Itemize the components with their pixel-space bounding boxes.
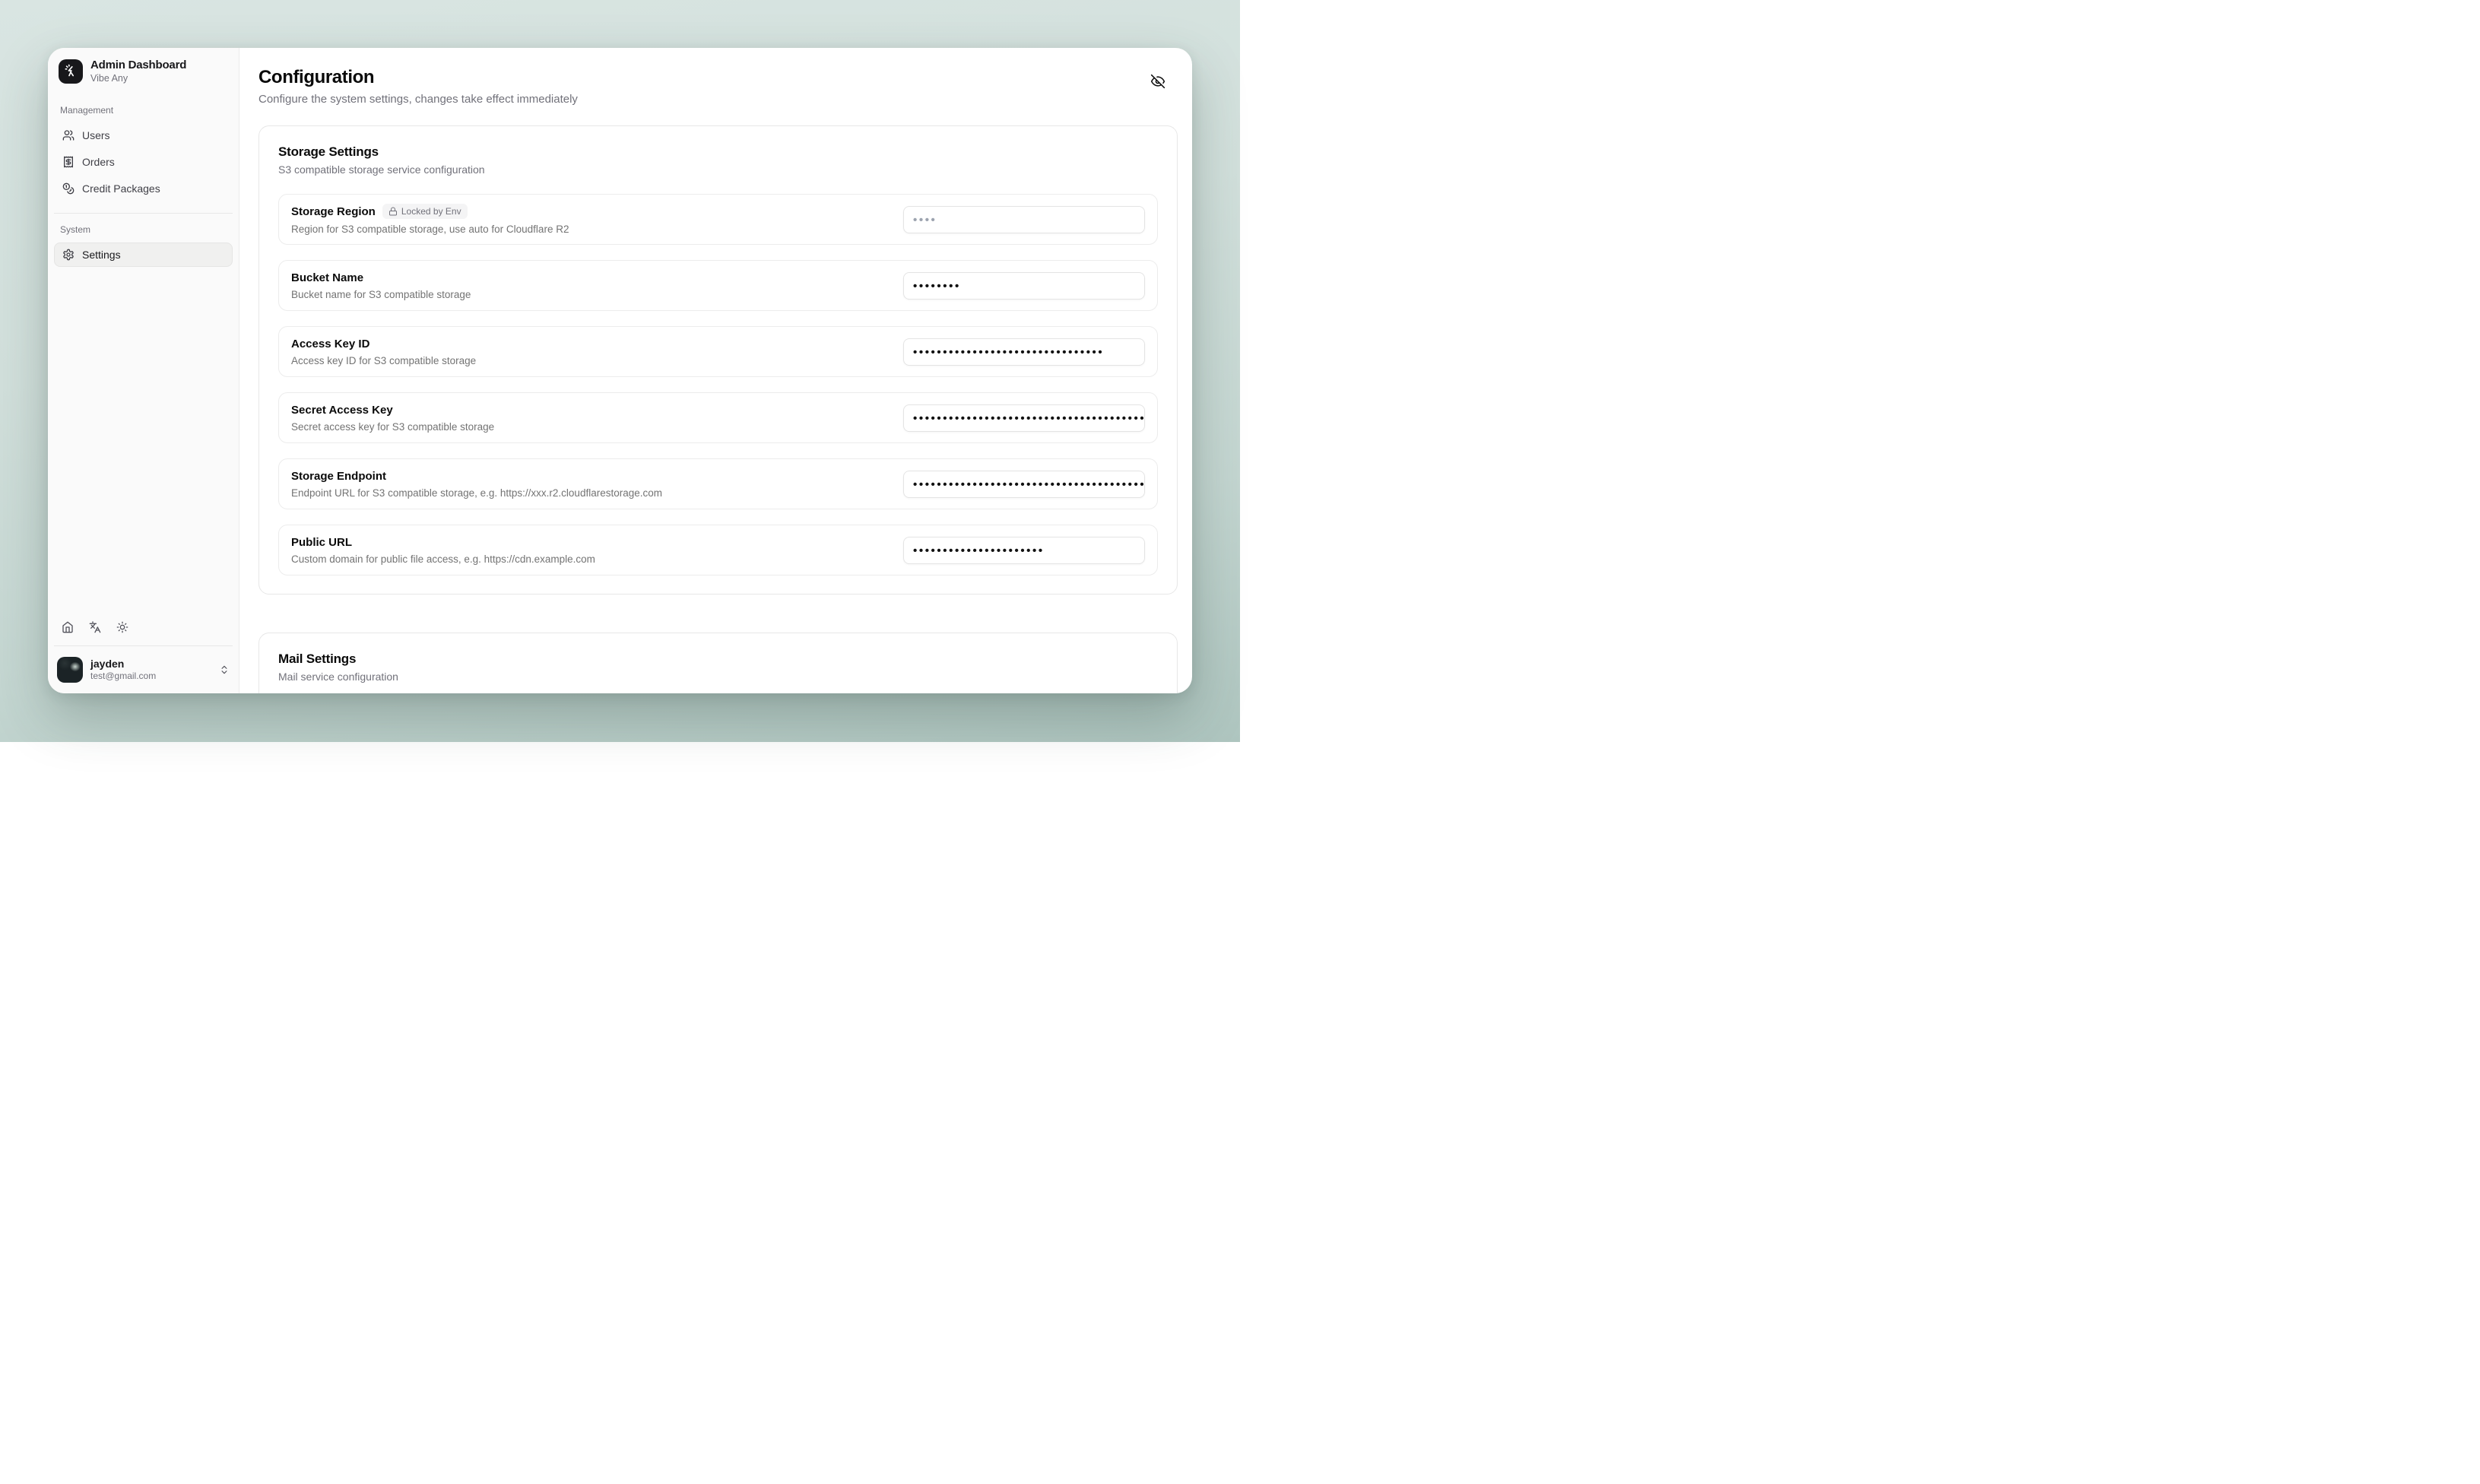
- user-menu[interactable]: jayden test@gmail.com: [54, 654, 233, 684]
- sidebar-item-users[interactable]: Users: [54, 123, 233, 147]
- badge-label: Locked by Env: [401, 206, 461, 217]
- mail-settings-card: Mail Settings Mail service configuration: [258, 633, 1178, 693]
- field-label: Access Key ID: [291, 338, 369, 350]
- app-window: Admin Dashboard Vibe Any Management User…: [48, 48, 1192, 693]
- field-info: Secret Access Key Secret access key for …: [291, 404, 494, 433]
- sun-icon: [116, 621, 128, 633]
- users-icon: [62, 129, 75, 141]
- field-info: Access Key ID Access key ID for S3 compa…: [291, 338, 476, 366]
- masked-value: ••••••••••••••••••••••: [913, 538, 1045, 564]
- field-description: Endpoint URL for S3 compatible storage, …: [291, 487, 662, 499]
- field-label: Storage Endpoint: [291, 470, 386, 483]
- card-subtitle: Mail service configuration: [278, 671, 1158, 683]
- page-subtitle: Configure the system settings, changes t…: [258, 93, 578, 106]
- sidebar: Admin Dashboard Vibe Any Management User…: [48, 48, 239, 693]
- card-title: Storage Settings: [278, 144, 1158, 160]
- page-title: Configuration: [258, 66, 578, 89]
- sidebar-section-management: Management: [54, 105, 233, 116]
- field-description: Bucket name for S3 compatible storage: [291, 289, 471, 300]
- app-logo-icon: [59, 59, 83, 84]
- chevrons-up-down-icon: [219, 664, 230, 675]
- field-storage-region: Storage Region Locked by Env: [278, 194, 1158, 245]
- sidebar-spacer: [54, 267, 233, 617]
- card-subtitle: S3 compatible storage service configurat…: [278, 163, 1158, 176]
- coins-icon: [62, 182, 75, 195]
- avatar: [57, 657, 83, 683]
- field-description: Custom domain for public file access, e.…: [291, 553, 595, 565]
- field-info: Storage Region Locked by Env: [291, 204, 569, 235]
- field-info: Bucket Name Bucket name for S3 compatibl…: [291, 271, 471, 300]
- storage-region-input[interactable]: ••••: [903, 206, 1145, 233]
- public-url-input[interactable]: ••••••••••••••••••••••: [903, 537, 1145, 564]
- masked-value: ••••••••••••••••••••••••••••••••••••••••: [913, 472, 1145, 498]
- user-meta: jayden test@gmail.com: [90, 658, 211, 682]
- field-storage-endpoint: Storage Endpoint Endpoint URL for S3 com…: [278, 458, 1158, 509]
- storage-endpoint-input[interactable]: ••••••••••••••••••••••••••••••••••••••••: [903, 471, 1145, 498]
- sidebar-nav-system: Settings: [54, 243, 233, 267]
- secret-access-key-input[interactable]: ••••••••••••••••••••••••••••••••••••••••: [903, 404, 1145, 432]
- access-key-id-input[interactable]: ••••••••••••••••••••••••••••••••: [903, 338, 1145, 366]
- sidebar-item-label: Settings: [82, 249, 121, 261]
- field-label: Storage Region: [291, 205, 376, 218]
- sidebar-item-credit-packages[interactable]: Credit Packages: [54, 176, 233, 201]
- locked-by-env-badge: Locked by Env: [382, 204, 468, 219]
- masked-value: ••••••••••••••••••••••••••••••••••••••••: [913, 406, 1145, 432]
- field-public-url: Public URL Custom domain for public file…: [278, 525, 1158, 576]
- theme-button[interactable]: [112, 617, 133, 638]
- home-icon: [62, 621, 74, 633]
- sidebar-footer-icons: [54, 617, 233, 638]
- gear-icon: [62, 249, 75, 261]
- lock-icon: [388, 207, 398, 216]
- sidebar-item-label: Users: [82, 129, 110, 141]
- field-secret-access-key: Secret Access Key Secret access key for …: [278, 392, 1158, 443]
- language-button[interactable]: [84, 617, 106, 638]
- storage-settings-card: Storage Settings S3 compatible storage s…: [258, 125, 1178, 595]
- masked-value: ••••••••••••••••••••••••••••••••: [913, 340, 1104, 366]
- field-label: Bucket Name: [291, 271, 363, 284]
- storage-fields: Storage Region Locked by Env: [278, 194, 1158, 576]
- user-name: jayden: [90, 658, 211, 671]
- app-title: Admin Dashboard: [90, 59, 186, 71]
- bucket-name-input[interactable]: ••••••••: [903, 272, 1145, 300]
- home-button[interactable]: [57, 617, 78, 638]
- main-content: Configuration Configure the system setti…: [239, 48, 1192, 693]
- sidebar-section-system: System: [54, 224, 233, 235]
- field-access-key-id: Access Key ID Access key ID for S3 compa…: [278, 326, 1158, 377]
- sidebar-item-settings[interactable]: Settings: [54, 243, 233, 267]
- field-description: Secret access key for S3 compatible stor…: [291, 421, 494, 433]
- toggle-secrets-visibility-button[interactable]: [1146, 69, 1170, 94]
- field-description: Access key ID for S3 compatible storage: [291, 355, 476, 366]
- language-icon: [89, 621, 101, 633]
- app-header[interactable]: Admin Dashboard Vibe Any: [54, 59, 233, 84]
- receipt-icon: [62, 156, 75, 168]
- field-description: Region for S3 compatible storage, use au…: [291, 224, 569, 235]
- sidebar-divider: [54, 213, 233, 214]
- sidebar-nav-management: Users Orders: [54, 123, 233, 201]
- field-info: Public URL Custom domain for public file…: [291, 536, 595, 565]
- masked-value: ••••••••: [913, 274, 961, 300]
- sidebar-user-divider: [54, 645, 233, 646]
- desktop-background: Admin Dashboard Vibe Any Management User…: [0, 0, 1240, 742]
- sidebar-item-label: Orders: [82, 156, 115, 168]
- field-label: Public URL: [291, 536, 352, 549]
- masked-value: ••••: [913, 208, 937, 233]
- card-title: Mail Settings: [278, 652, 1158, 667]
- field-label: Secret Access Key: [291, 404, 393, 417]
- field-bucket-name: Bucket Name Bucket name for S3 compatibl…: [278, 260, 1158, 311]
- page-header: Configuration Configure the system setti…: [258, 66, 1178, 106]
- eye-off-icon: [1150, 74, 1165, 89]
- sidebar-item-label: Credit Packages: [82, 182, 160, 195]
- sidebar-item-orders[interactable]: Orders: [54, 150, 233, 174]
- page-header-text: Configuration Configure the system setti…: [258, 66, 578, 106]
- app-titles: Admin Dashboard Vibe Any: [90, 59, 186, 84]
- app-subtitle: Vibe Any: [90, 73, 186, 84]
- field-info: Storage Endpoint Endpoint URL for S3 com…: [291, 470, 662, 499]
- user-email: test@gmail.com: [90, 671, 211, 682]
